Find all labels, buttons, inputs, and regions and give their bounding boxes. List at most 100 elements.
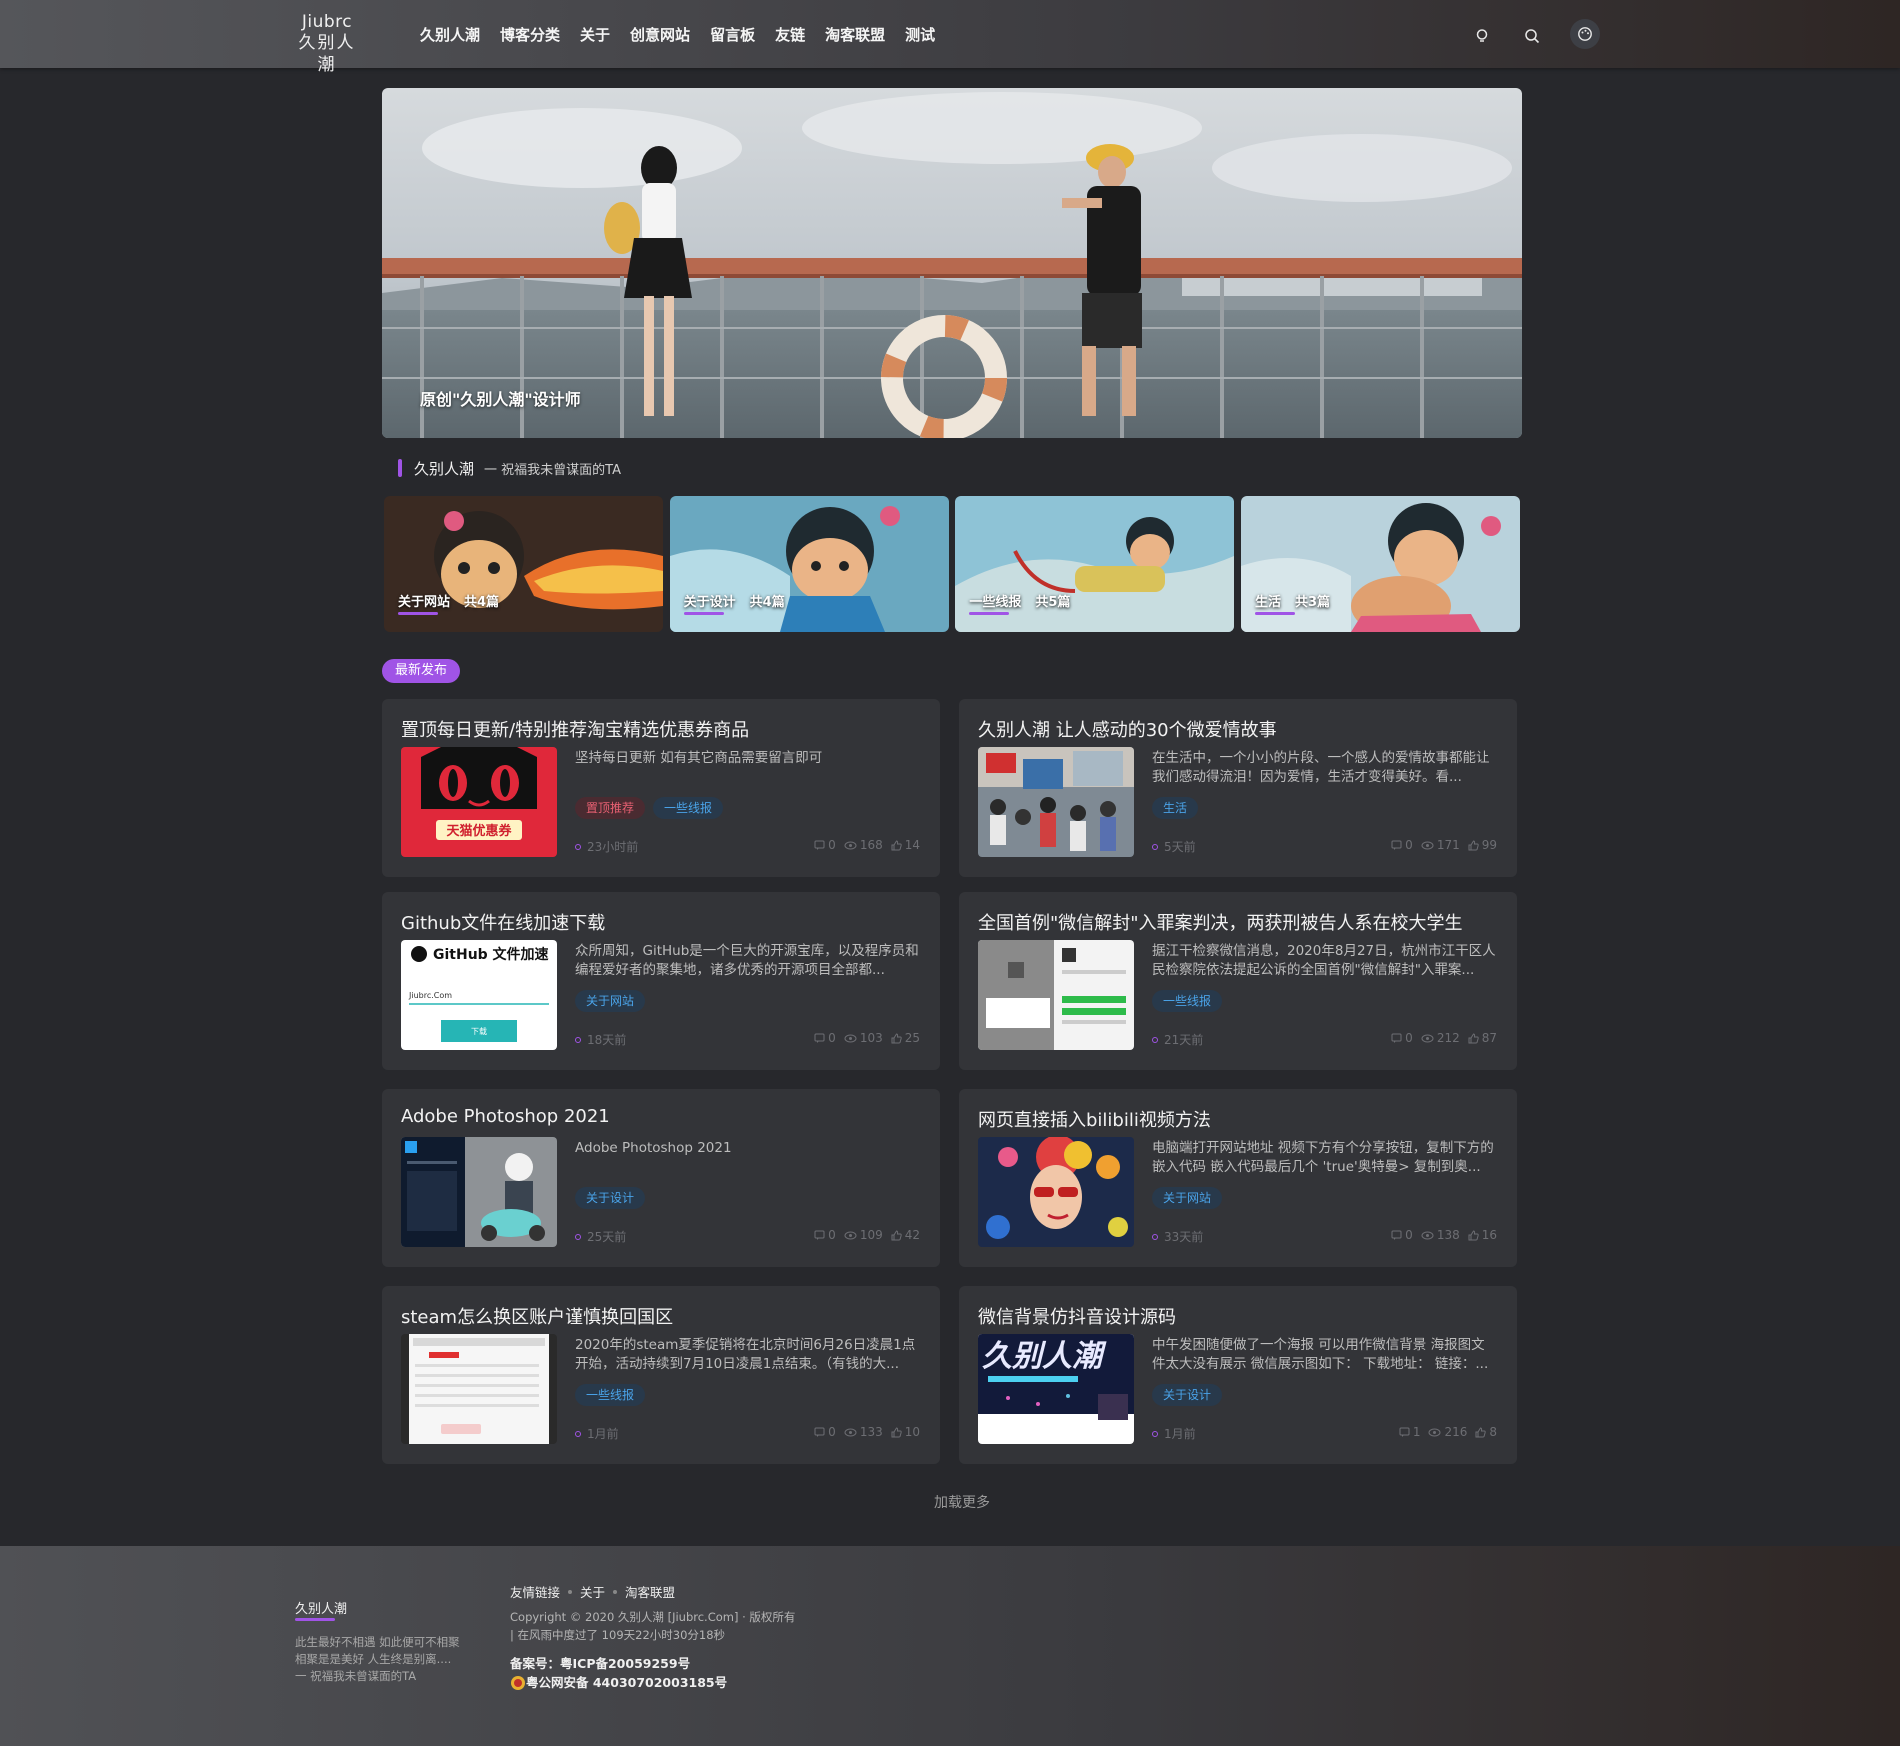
post-thumbnail[interactable]: 久别人潮 [978,1334,1134,1444]
comment-icon [814,1033,825,1043]
post-thumbnail[interactable]: 天猫优惠券 [401,747,557,857]
post-title[interactable]: 全国首例"微信解封"入罪案判决，两获刑被告人系在校大学生 [978,909,1463,935]
post-thumbnail[interactable] [978,1137,1134,1247]
post-card[interactable]: Github文件在线加速下载 GitHub 文件加速 Jiubrc.Com 下载… [382,892,940,1070]
post-tag[interactable]: 关于设计 [1152,1384,1223,1406]
category-card-deals[interactable]: 一些线报 共5篇 [955,496,1235,632]
load-more-button[interactable]: 加载更多 [934,1492,990,1512]
thumbs-up-icon [891,1426,902,1437]
site-logo[interactable]: Jiubrc 久别人潮 [290,12,364,76]
category-card-design[interactable]: 关于设计 共4篇 [669,496,949,632]
like-count: 87 [1468,1031,1497,1045]
hero-banner[interactable]: 原创"久别人潮"设计师 [382,88,1522,438]
post-tag[interactable]: 一些线报 [653,797,724,819]
logo-en: Jiubrc [301,12,353,32]
footer-link-about[interactable]: 关于 [580,1582,605,1601]
footer-link-friends[interactable]: 友情链接 [510,1582,560,1601]
post-tag[interactable]: 置顶推荐 [575,797,646,819]
nav-item-friends[interactable]: 友链 [775,24,805,45]
nav-item-guestbook[interactable]: 留言板 [710,24,755,45]
time-dot-icon [1152,1233,1158,1240]
palette-icon[interactable] [1570,19,1600,49]
comment-count: 0 [814,838,836,852]
post-title[interactable]: 微信背景仿抖音设计源码 [978,1303,1176,1329]
eye-icon [1421,1034,1434,1042]
nav-item-creative[interactable]: 创意网站 [630,24,690,45]
view-count: 171 [1421,838,1460,852]
category-list: 关于网站 共4篇 关于设计 共4篇 一些线报 共5篇 生活 共3篇 [384,496,1520,632]
thumbs-up-icon [1468,1229,1479,1240]
post-thumbnail[interactable]: GitHub 文件加速 Jiubrc.Com 下载 [401,940,557,1050]
site-header: Jiubrc 久别人潮 久别人潮 博客分类 关于 创意网站 留言板 友链 淘客联… [0,0,1900,75]
like-count: 42 [891,1228,920,1242]
post-title[interactable]: Github文件在线加速下载 [401,909,605,935]
post-stats: 0 212 87 [1383,1031,1497,1045]
category-underline [683,612,724,615]
post-time: 18天前 [575,1031,626,1048]
nav-item-test[interactable]: 测试 [905,24,935,45]
category-underline [398,612,438,615]
banner-caption: 原创"久别人潮"设计师 [420,390,581,409]
post-title[interactable]: Adobe Photoshop 2021 [401,1106,610,1127]
post-tag[interactable]: 一些线报 [575,1384,646,1406]
post-excerpt: 电脑端打开网站地址 视频下方有个分享按钮，复制下方的嵌入代码 嵌入代码最后几个 … [1152,1140,1494,1175]
comment-count: 0 [1391,838,1413,852]
post-excerpt: 2020年的steam夏季促销将在北京时间6月26日凌晨1点开始，活动持续到7月… [575,1337,916,1372]
view-count: 109 [844,1228,883,1242]
post-tag[interactable]: 一些线报 [1152,990,1223,1012]
post-card[interactable]: steam怎么换区账户谨慎换回国区 2020年的steam夏季促销将在北京时间6… [382,1286,940,1464]
post-excerpt: 据江干检察微信消息，2020年8月27日，杭州市江干区人民检察院依法提起公诉的全… [1152,943,1496,978]
like-count: 8 [1475,1425,1497,1439]
post-thumbnail[interactable] [978,747,1134,857]
svg-text:Jiubrc.Com: Jiubrc.Com [408,991,452,1000]
lightbulb-icon[interactable] [1470,24,1494,48]
nav-item-categories[interactable]: 博客分类 [500,24,560,45]
post-card[interactable]: 久别人潮 让人感动的30个微爱情故事 在生活中，一个小小的片段、一个感人的爱情故… [959,699,1517,877]
post-title[interactable]: 久别人潮 让人感动的30个微爱情故事 [978,716,1277,742]
post-tag[interactable]: 关于设计 [575,1187,646,1209]
svg-text:GitHub 文件加速: GitHub 文件加速 [433,946,549,963]
view-count: 212 [1421,1031,1460,1045]
section-heading: 久别人潮 一 祝福我未曾谋面的TA [398,458,621,478]
nav-item-taoke[interactable]: 淘客联盟 [825,24,885,45]
police-link[interactable]: 粤公网安备 44030702003185号 [526,1673,727,1692]
post-card[interactable]: 网页直接插入bilibili视频方法 电脑端打开网站地址 视频下方有个分享按钮，… [959,1089,1517,1267]
comment-icon [814,1427,825,1437]
svg-text:下载: 下载 [471,1026,487,1036]
main-nav: 久别人潮 博客分类 关于 创意网站 留言板 友链 淘客联盟 测试 [420,0,955,68]
post-tag[interactable]: 关于网站 [575,990,646,1012]
post-thumbnail[interactable] [401,1137,557,1247]
post-stats: 0 109 42 [806,1228,920,1242]
post-title[interactable]: steam怎么换区账户谨慎换回国区 [401,1303,673,1329]
icp-link[interactable]: 备案号：粤ICP备20059259号 [510,1654,690,1673]
thumbs-up-icon [891,1032,902,1043]
post-tags: 关于设计 [575,1187,653,1209]
post-card[interactable]: 全国首例"微信解封"入罪案判决，两获刑被告人系在校大学生 据江干检察微信消息，2… [959,892,1517,1070]
category-card-website[interactable]: 关于网站 共4篇 [384,496,663,632]
time-dot-icon [1152,843,1158,850]
post-time: 1月前 [1152,1425,1196,1442]
thumbs-up-icon [1468,839,1479,850]
nav-item-about[interactable]: 关于 [580,24,610,45]
comment-icon [1399,1427,1410,1437]
category-underline [969,612,1010,615]
post-card[interactable]: Adobe Photoshop 2021 Adobe Photoshop 202… [382,1089,940,1267]
post-stats: 0 171 99 [1383,838,1497,852]
post-time: 25天前 [575,1228,626,1245]
post-thumbnail[interactable] [978,940,1134,1050]
time-dot-icon [575,1233,581,1240]
footer-link-taoke[interactable]: 淘客联盟 [625,1582,675,1601]
footer-underline [295,1618,335,1621]
post-tag[interactable]: 关于网站 [1152,1187,1223,1209]
category-card-life[interactable]: 生活 共3篇 [1240,496,1520,632]
nav-item-home[interactable]: 久别人潮 [420,24,480,45]
post-title[interactable]: 网页直接插入bilibili视频方法 [978,1106,1211,1132]
post-tag[interactable]: 生活 [1152,797,1199,819]
post-thumbnail[interactable] [401,1334,557,1444]
footer-separator [613,1589,618,1594]
post-title[interactable]: 置顶每日更新/特别推荐淘宝精选优惠券商品 [401,716,749,742]
search-icon[interactable] [1520,24,1544,48]
post-card[interactable]: 微信背景仿抖音设计源码 久别人潮 中午发困随便做了一个海报 可以用作微信背景 海… [959,1286,1517,1464]
post-card[interactable]: 置顶每日更新/特别推荐淘宝精选优惠券商品 天猫优惠券 坚持每日更新 如有其它商品… [382,699,940,877]
like-count: 99 [1468,838,1497,852]
